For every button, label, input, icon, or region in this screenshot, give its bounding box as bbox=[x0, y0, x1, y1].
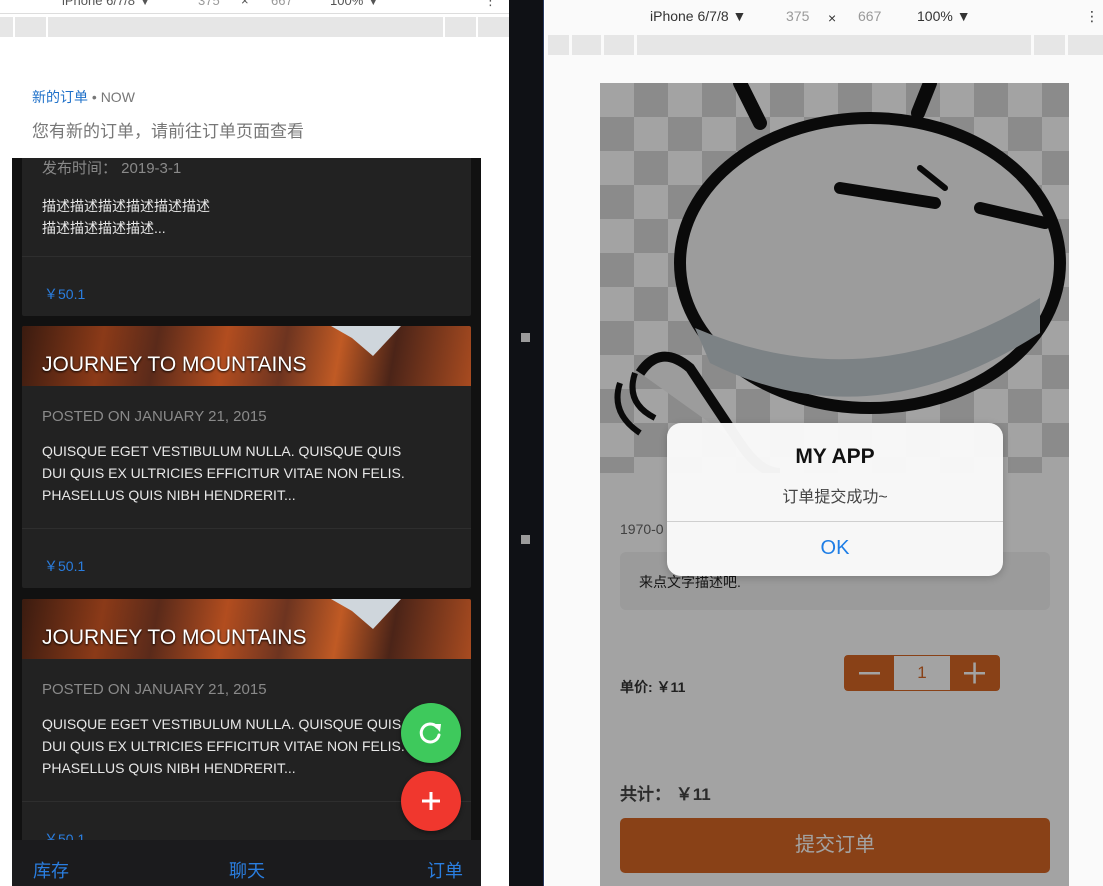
dimension-times: × bbox=[241, 0, 249, 8]
card-description: QUISQUE EGET VESTIBULUM NULLA. QUISQUE Q… bbox=[22, 425, 471, 506]
notification-separator: • bbox=[88, 89, 101, 105]
card-description-line: QUISQUE EGET VESTIBULUM NULLA. QUISQUE Q… bbox=[42, 716, 402, 732]
dimension-times: × bbox=[828, 10, 837, 26]
height-field[interactable]: 667 bbox=[271, 0, 293, 8]
product-card[interactable]: JOURNEY TO MOUNTAINS POSTED ON JANUARY 2… bbox=[22, 326, 471, 588]
media-query-ruler[interactable] bbox=[0, 17, 509, 37]
refresh-button[interactable] bbox=[401, 703, 461, 763]
more-options-icon[interactable]: ⋮ bbox=[484, 0, 497, 9]
plus-icon bbox=[422, 792, 440, 810]
refresh-icon bbox=[419, 722, 441, 744]
zoom-select[interactable]: 100% ▼ bbox=[917, 8, 971, 24]
device-toolbar: iPhone 6/7/8 ▼ 375 × 667 100% ▼ ⋮ bbox=[0, 0, 509, 14]
push-notification[interactable]: 新的订单 • NOW 您有新的订单，请前往订单页面查看 bbox=[12, 65, 481, 158]
alert-dialog: MY APP 订单提交成功~ OK bbox=[667, 423, 1003, 576]
notification-time: NOW bbox=[100, 89, 135, 105]
height-field[interactable]: 667 bbox=[858, 8, 881, 24]
notification-message: 您有新的订单，请前往订单页面查看 bbox=[32, 122, 304, 141]
width-field[interactable]: 375 bbox=[786, 8, 809, 24]
alert-ok-button[interactable]: OK bbox=[667, 522, 1003, 576]
tab-orders[interactable]: 订单 bbox=[427, 857, 463, 883]
resize-handle[interactable] bbox=[521, 333, 530, 342]
card-price: ￥50.1 bbox=[44, 286, 86, 302]
device-screen: 发布时间： 2019-3-1 描述描述描述描述描述描述 描述描述描述描述... … bbox=[12, 65, 481, 886]
card-description-line: 描述描述描述描述... bbox=[42, 220, 166, 236]
card-date: POSTED ON JANUARY 21, 2015 bbox=[42, 681, 267, 698]
bottom-navigation: 库存 聊天 订单 bbox=[12, 840, 481, 886]
card-description-line: QUISQUE EGET VESTIBULUM NULLA. QUISQUE Q… bbox=[42, 443, 402, 459]
alert-message: 订单提交成功~ bbox=[782, 489, 888, 506]
card-date: POSTED ON JANUARY 21, 2015 bbox=[42, 408, 267, 425]
pane-divider[interactable] bbox=[509, 0, 544, 886]
resize-handle[interactable] bbox=[521, 535, 530, 544]
card-description-line: DUI QUIS EX ULTRICIES EFFICITUR VITAE NO… bbox=[42, 738, 405, 754]
left-devtools-pane: iPhone 6/7/8 ▼ 375 × 667 100% ▼ ⋮ 发布时间： … bbox=[0, 0, 509, 886]
notification-app-name: 新的订单 bbox=[32, 89, 88, 105]
tab-chat[interactable]: 聊天 bbox=[229, 857, 265, 883]
card-title: JOURNEY TO MOUNTAINS bbox=[42, 626, 307, 649]
card-footer: ￥50.1 bbox=[22, 256, 471, 316]
add-button[interactable] bbox=[401, 771, 461, 831]
card-description-line: 描述描述描述描述描述描述 bbox=[42, 198, 210, 214]
device-select[interactable]: iPhone 6/7/8 ▼ bbox=[62, 0, 151, 8]
alert-title: MY APP bbox=[795, 445, 875, 468]
width-field[interactable]: 375 bbox=[198, 0, 220, 8]
card-description-line: DUI QUIS EX ULTRICIES EFFICITUR VITAE NO… bbox=[42, 465, 405, 481]
card-description-line: PHASELLUS QUIS NIBH HENDRERIT... bbox=[42, 760, 296, 776]
device-select[interactable]: iPhone 6/7/8 ▼ bbox=[650, 8, 746, 24]
card-image: JOURNEY TO MOUNTAINS bbox=[22, 599, 471, 659]
media-query-ruler[interactable] bbox=[545, 35, 1103, 55]
device-toolbar: iPhone 6/7/8 ▼ 375 × 667 100% ▼ ⋮ bbox=[545, 0, 1103, 32]
card-description-line: PHASELLUS QUIS NIBH HENDRERIT... bbox=[42, 487, 296, 503]
zoom-select[interactable]: 100% ▼ bbox=[330, 0, 380, 8]
card-price: ￥50.1 bbox=[44, 558, 86, 574]
notification-header: 新的订单 • NOW bbox=[32, 87, 481, 107]
more-options-icon[interactable]: ⋮ bbox=[1085, 8, 1099, 25]
tab-inventory[interactable]: 库存 bbox=[33, 857, 69, 883]
card-description: 描述描述描述描述描述描述 描述描述描述描述... bbox=[22, 178, 471, 239]
card-footer: ￥50.1 bbox=[22, 528, 471, 588]
card-title: JOURNEY TO MOUNTAINS bbox=[42, 353, 307, 376]
card-image: JOURNEY TO MOUNTAINS bbox=[22, 326, 471, 386]
